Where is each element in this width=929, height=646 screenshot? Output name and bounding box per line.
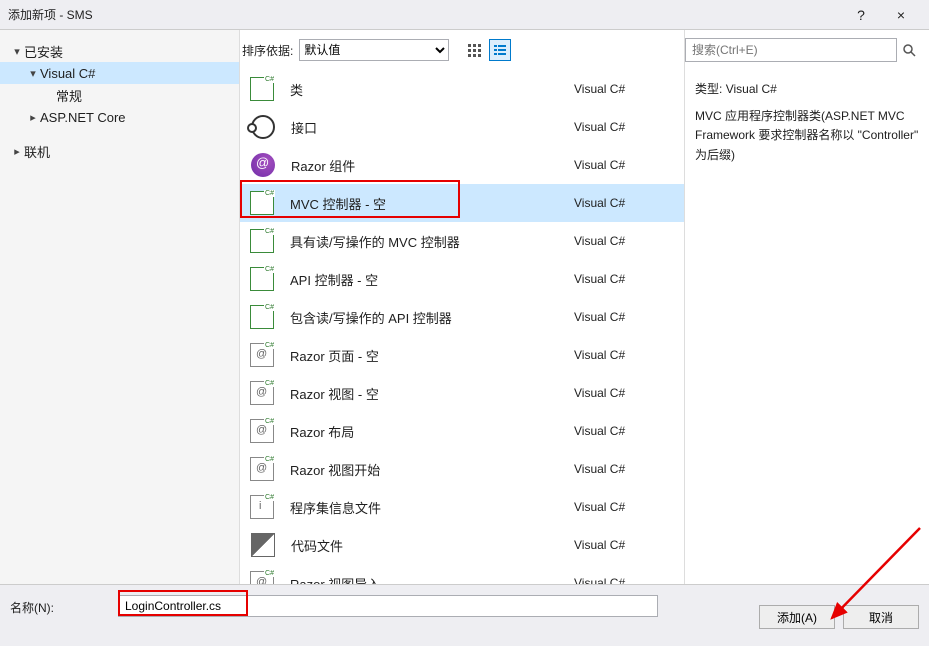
template-row[interactable]: Razor 组件Visual C# [240, 146, 684, 184]
caret-down-icon: ▾ [26, 67, 40, 80]
search-bar [685, 30, 929, 70]
item-language: Visual C# [574, 500, 674, 514]
tree-aspnetcore[interactable]: ▸ ASP.NET Core [0, 106, 239, 128]
template-row[interactable]: Razor 布局Visual C# [240, 412, 684, 450]
template-row[interactable]: 具有读/写操作的 MVC 控制器Visual C# [240, 222, 684, 260]
window-title: 添加新项 - SMS [8, 6, 841, 23]
help-button[interactable]: ? [841, 0, 881, 30]
item-label: Razor 页面 - 空 [290, 346, 574, 365]
item-language: Visual C# [574, 158, 674, 172]
item-icon [250, 305, 274, 329]
tree-label: 已安装 [24, 42, 63, 61]
tree-label: Visual C# [40, 66, 95, 81]
item-language: Visual C# [574, 576, 674, 584]
caret-down-icon: ▾ [10, 45, 24, 58]
bottom-bar: 名称(N): 添加(A) 取消 [0, 584, 929, 646]
name-input[interactable] [118, 595, 658, 617]
item-icon [250, 571, 274, 584]
template-row[interactable]: Razor 视图 - 空Visual C# [240, 374, 684, 412]
template-row[interactable]: Razor 页面 - 空Visual C# [240, 336, 684, 374]
item-language: Visual C# [574, 196, 674, 210]
tree-online[interactable]: ▸ 联机 [0, 140, 239, 162]
template-row[interactable]: MVC 控制器 - 空Visual C# [240, 184, 684, 222]
item-icon [251, 533, 275, 557]
item-description: 类型: Visual C# MVC 应用程序控制器类(ASP.NET MVC F… [685, 70, 929, 175]
dialog-body: ▾ 已安装 ▾ Visual C# 常规 ▸ ASP.NET Core ▸ 联机… [0, 30, 929, 584]
item-label: 具有读/写操作的 MVC 控制器 [290, 232, 574, 251]
title-bar: 添加新项 - SMS ? × [0, 0, 929, 30]
item-icon [250, 457, 274, 481]
list-toolbar: 排序依据: 默认值 [240, 30, 684, 70]
item-label: Razor 视图 - 空 [290, 384, 574, 403]
item-language: Visual C# [574, 82, 674, 96]
item-language: Visual C# [574, 538, 674, 552]
template-row[interactable]: 程序集信息文件Visual C# [240, 488, 684, 526]
category-tree: ▾ 已安装 ▾ Visual C# 常规 ▸ ASP.NET Core ▸ 联机 [0, 30, 240, 584]
cancel-button[interactable]: 取消 [843, 605, 919, 629]
type-label: 类型: [695, 82, 722, 96]
tree-visual-csharp[interactable]: ▾ Visual C# [0, 62, 239, 84]
tree-label: 常规 [56, 86, 82, 105]
item-icon [250, 495, 274, 519]
template-row[interactable]: 包含读/写操作的 API 控制器Visual C# [240, 298, 684, 336]
item-icon [250, 381, 274, 405]
template-row[interactable]: API 控制器 - 空Visual C# [240, 260, 684, 298]
item-icon [250, 191, 274, 215]
detail-panel: 类型: Visual C# MVC 应用程序控制器类(ASP.NET MVC F… [684, 30, 929, 584]
add-button[interactable]: 添加(A) [759, 605, 835, 629]
item-icon [250, 419, 274, 443]
tree-installed[interactable]: ▾ 已安装 [0, 40, 239, 62]
item-language: Visual C# [574, 424, 674, 438]
item-icon [251, 153, 275, 177]
item-label: 代码文件 [291, 536, 574, 555]
sort-by-label: 排序依据: [242, 42, 293, 59]
item-label: MVC 控制器 - 空 [290, 194, 574, 213]
description-text: MVC 应用程序控制器类(ASP.NET MVC Framework 要求控制器… [695, 107, 919, 165]
template-row[interactable]: Razor 视图导入Visual C# [240, 564, 684, 584]
template-row[interactable]: Razor 视图开始Visual C# [240, 450, 684, 488]
search-input[interactable] [685, 38, 897, 62]
item-label: Razor 视图导入 [290, 574, 574, 585]
search-icon[interactable] [897, 43, 921, 57]
view-small-icons[interactable] [463, 39, 485, 61]
close-button[interactable]: × [881, 0, 921, 30]
view-mode-buttons [463, 39, 511, 61]
caret-right-icon: ▸ [10, 145, 24, 158]
item-label: Razor 视图开始 [290, 460, 574, 479]
template-row[interactable]: 类Visual C# [240, 70, 684, 108]
sort-dropdown[interactable]: 默认值 [299, 39, 449, 61]
tree-label: 联机 [24, 142, 50, 161]
template-row[interactable]: 代码文件Visual C# [240, 526, 684, 564]
item-label: 程序集信息文件 [290, 498, 574, 517]
item-language: Visual C# [574, 234, 674, 248]
item-label: API 控制器 - 空 [290, 270, 574, 289]
item-icon [250, 77, 274, 101]
tree-label: ASP.NET Core [40, 110, 126, 125]
item-icon [250, 229, 274, 253]
name-label: 名称(N): [10, 595, 110, 616]
item-language: Visual C# [574, 310, 674, 324]
item-language: Visual C# [574, 272, 674, 286]
tree-general[interactable]: 常规 [0, 84, 239, 106]
item-label: Razor 组件 [291, 156, 574, 175]
item-label: Razor 布局 [290, 422, 574, 441]
caret-right-icon: ▸ [26, 111, 40, 124]
template-list[interactable]: 类Visual C#接口Visual C#Razor 组件Visual C#MV… [240, 70, 684, 584]
item-label: 包含读/写操作的 API 控制器 [290, 308, 574, 327]
item-language: Visual C# [574, 386, 674, 400]
template-row[interactable]: 接口Visual C# [240, 108, 684, 146]
item-icon [251, 115, 275, 139]
item-label: 类 [290, 80, 574, 99]
item-icon [250, 343, 274, 367]
item-language: Visual C# [574, 348, 674, 362]
item-language: Visual C# [574, 462, 674, 476]
item-icon [250, 267, 274, 291]
view-list[interactable] [489, 39, 511, 61]
main-panel: 排序依据: 默认值 类Visual C#接口Visual C#Razor 组件V… [240, 30, 684, 584]
item-language: Visual C# [574, 120, 674, 134]
item-label: 接口 [291, 118, 574, 137]
type-value: Visual C# [726, 82, 777, 96]
